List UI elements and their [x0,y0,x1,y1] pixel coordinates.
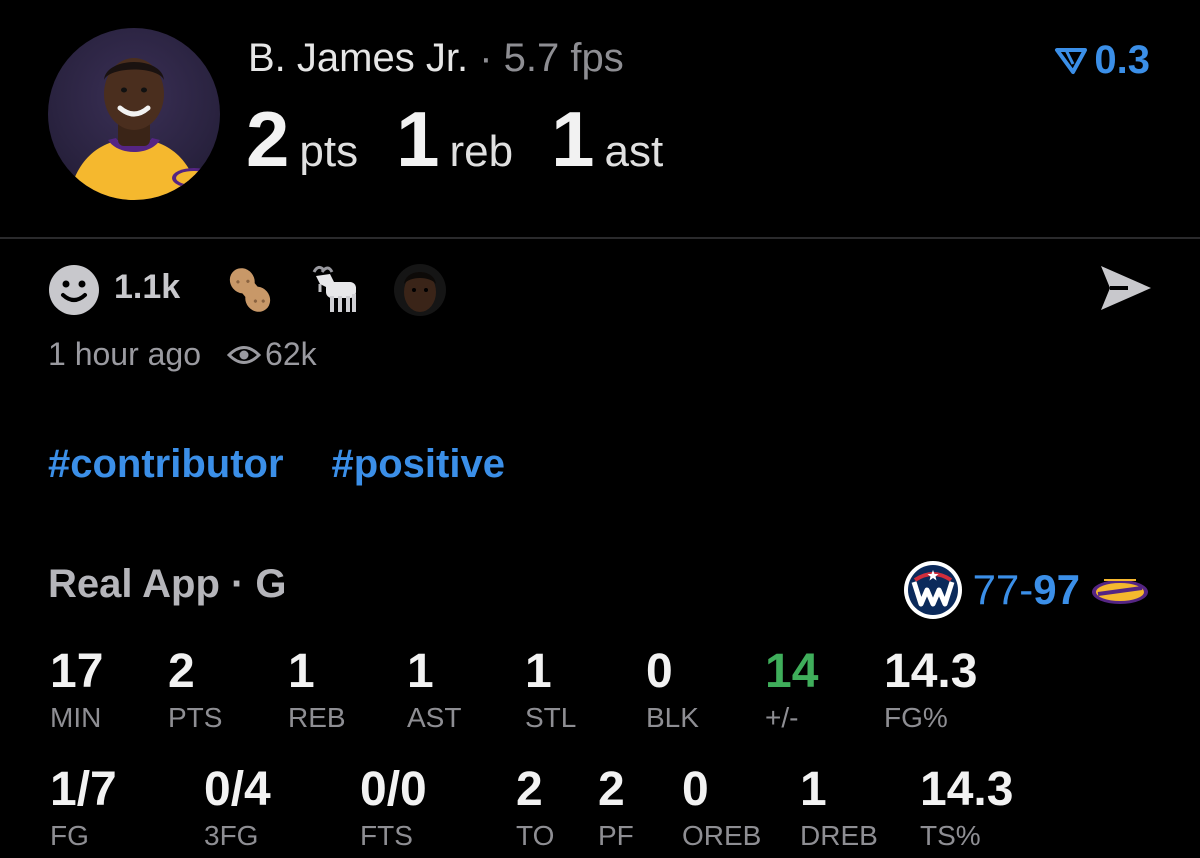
stat-value: 0 [682,763,709,816]
peanut-icon[interactable] [222,262,278,318]
stat-value: 0/4 [204,763,271,816]
stat-pts: 2 PTS [168,648,222,734]
wizards-logo [903,561,962,619]
views-value: 62k [265,336,317,372]
smiley-reaction-icon[interactable] [48,264,100,316]
stat-value: 14 [765,645,819,698]
stat-label: FG [50,820,89,851]
tag-list: #contributor #positive [48,442,505,487]
stat-ast: 1 AST [407,648,461,734]
post-meta: 1 hour ago 62k [48,336,317,373]
headline-statline: 2 pts 1 reb 1 ast [246,100,663,178]
stat-plus-minus: 14 +/- [765,648,818,734]
ast-value: 1 [551,95,595,183]
stat-value: 1/7 [50,763,117,816]
rating-value: 0.3 [1094,38,1150,82]
stat-reb: 1 REB [288,648,346,734]
stat-value: 2 [168,645,195,698]
stat-label: +/- [765,702,799,733]
stat-value: 17 [50,645,104,698]
home-score: 97 [1033,566,1080,613]
stat-3fg: 0/4 3FG [204,766,271,852]
stat-fg: 1/7 FG [50,766,117,852]
stat-value: 14.3 [920,763,1014,816]
stat-fg-pct: 14.3 FG% [884,648,977,734]
stat-label: PF [598,820,634,851]
title-separator: · [479,36,493,80]
stat-value: 14.3 [884,645,978,698]
stat-value: 2 [516,763,543,816]
tag-contributor[interactable]: #contributor [48,442,284,487]
stat-fts: 0/0 FTS [360,766,427,852]
lakers-logo [1092,579,1148,604]
stat-label: STL [525,702,577,733]
stat-label: AST [407,702,462,733]
header-divider [0,237,1200,239]
score-dash: - [1019,566,1034,613]
eye-icon [227,345,262,364]
player-face-icon[interactable] [392,262,448,318]
send-icon[interactable] [1098,262,1154,314]
reb-unit: reb [449,127,514,176]
player-title-line: B. James Jr. · 5.7 fps [248,36,624,81]
stat-pf: 2 PF [598,766,634,852]
stat-value: 1 [407,645,434,698]
stat-stl: 1 STL [525,648,576,734]
stat-value: 0/0 [360,763,427,816]
stat-label: BLK [646,702,699,733]
player-headshot-icon [68,58,216,200]
stat-label: REB [288,702,346,733]
stat-label: 3FG [204,820,259,851]
score-text: 77-97 [973,566,1080,614]
stat-value: 1 [525,645,552,698]
stat-value: 0 [646,645,673,698]
stat-dreb: 1 DREB [800,766,878,852]
game-score[interactable]: 77-97 [903,560,1150,620]
rating-badge[interactable]: 0.3 [1054,38,1150,83]
stat-value: 1 [288,645,315,698]
reb-value: 1 [396,95,440,183]
game-title: Real App · G [48,562,287,606]
stat-label: FTS [360,820,413,851]
stat-value: 1 [800,763,827,816]
stat-to: 2 TO [516,766,554,852]
stat-min: 17 MIN [50,648,103,734]
stat-label: OREB [682,820,762,851]
stat-label: MIN [50,702,102,733]
time-ago: 1 hour ago [48,336,202,372]
reaction-count: 1.1k [114,268,181,306]
goat-icon[interactable] [308,262,364,318]
away-score: 77 [972,566,1020,613]
player-avatar[interactable] [48,28,220,200]
stat-ts-pct: 14.3 TS% [920,766,1013,852]
stat-oreb: 0 OREB [682,766,761,852]
stat-value: 2 [598,763,625,816]
stat-label: TS% [920,820,981,851]
stat-label: TO [516,820,555,851]
stat-label: DREB [800,820,878,851]
stat-label: PTS [168,702,223,733]
pts-value: 2 [246,95,290,183]
player-name[interactable]: B. James Jr. [248,36,468,80]
ast-unit: ast [604,127,664,176]
tag-positive[interactable]: #positive [332,442,505,487]
stat-blk: 0 BLK [646,648,699,734]
view-count: 62k [227,336,317,373]
rating-flag-icon [1055,47,1088,74]
pts-unit: pts [299,127,359,176]
stat-label: FG% [884,702,948,733]
fps-value: 5.7 fps [503,36,624,80]
